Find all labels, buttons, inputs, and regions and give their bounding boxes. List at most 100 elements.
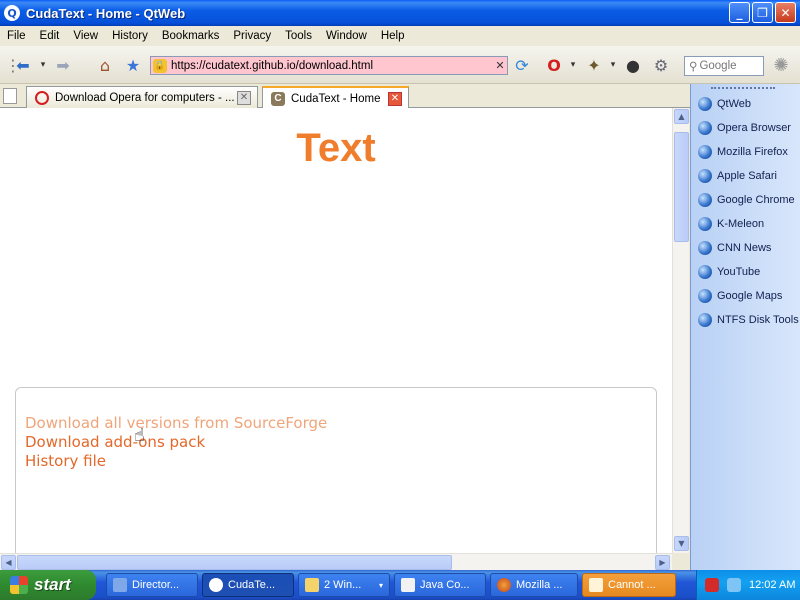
scroll-right-arrow-icon[interactable]: ▶ [655, 555, 670, 570]
taskbar-item-cannot[interactable]: Cannot ... [582, 573, 676, 597]
horizontal-scroll-thumb[interactable] [17, 555, 452, 570]
cudatext-favicon-icon: C [271, 91, 285, 106]
globe-icon [698, 241, 712, 255]
sidebar-grip[interactable] [711, 87, 775, 89]
sidebar-item-label: Google Maps [717, 290, 783, 302]
taskbar-item-label: CudaTe... [228, 579, 276, 591]
menu-bar: File Edit View History Bookmarks Privacy… [0, 26, 800, 46]
group-dropdown-icon: ▾ [378, 580, 383, 590]
folder-icon [305, 578, 319, 592]
link-addons-pack[interactable]: Download add-ons pack [25, 433, 327, 452]
tab-opera-download[interactable]: Download Opera for computers - ... ✕ [26, 86, 258, 108]
window-title: CudaText - Home - QtWeb [26, 5, 186, 21]
start-button[interactable]: start [0, 570, 96, 600]
sidebar-item-safari[interactable]: Apple Safari [698, 167, 777, 185]
menu-history[interactable]: History [105, 30, 155, 42]
sidebar-item-label: K-Meleon [717, 218, 765, 230]
java-icon [589, 578, 603, 592]
minimize-button[interactable]: _ [729, 2, 750, 23]
taskbar-item-label: Mozilla ... [516, 579, 563, 591]
opera-favicon-icon [35, 90, 49, 105]
menu-help[interactable]: Help [374, 30, 412, 42]
sidebar-item-kmeleon[interactable]: K-Meleon [698, 215, 764, 233]
sidebar-item-opera[interactable]: Opera Browser [698, 119, 791, 137]
qtweb-app-icon[interactable]: Q [4, 5, 20, 21]
globe-icon [698, 121, 712, 135]
tab-label: CudaText - Home [291, 92, 381, 105]
taskbar: start Director... CudaTe... 2 Win... ▾ J… [0, 570, 800, 600]
link-sourceforge[interactable]: Download all versions from SourceForge [25, 414, 327, 433]
firefox-icon [497, 578, 511, 592]
taskbar-item-label: Cannot ... [608, 579, 656, 591]
vertical-scrollbar[interactable]: ▲ ▼ [672, 108, 689, 553]
globe-icon [698, 217, 712, 231]
menu-view[interactable]: View [66, 30, 105, 42]
settings-gears-icon[interactable]: ⚙ [652, 56, 670, 75]
navigation-toolbar: ⋮ ⬅ ▾ ➡ ⌂ ★ 🔒 https://cudatext.github.io… [0, 46, 800, 84]
menu-file[interactable]: File [0, 30, 33, 42]
globe-icon [698, 313, 712, 327]
loading-spinner-icon: ✺ [773, 54, 789, 76]
taskbar-item-director[interactable]: Director... [106, 573, 198, 597]
taskbar-item-mozilla[interactable]: Mozilla ... [490, 573, 578, 597]
download-links-panel: Download all versions from SourceForge D… [15, 387, 657, 557]
sidebar-item-google-maps[interactable]: Google Maps [698, 287, 782, 305]
scroll-up-arrow-icon[interactable]: ▲ [674, 109, 689, 124]
clear-url-icon[interactable]: ✕ [493, 59, 507, 72]
window-icon [113, 578, 127, 592]
taskbar-item-cudatext[interactable]: CudaTe... [202, 573, 294, 597]
sidebar-item-youtube[interactable]: YouTube [698, 263, 760, 281]
horizontal-scrollbar[interactable]: ◀ ▶ [0, 553, 672, 570]
network-icon[interactable] [727, 578, 741, 592]
tab-cudatext-home[interactable]: C CudaText - Home ✕ [262, 86, 409, 109]
wand-dropdown-icon[interactable]: ▾ [604, 56, 622, 74]
security-shield-icon[interactable] [705, 578, 719, 592]
address-bar[interactable]: 🔒 https://cudatext.github.io/download.ht… [150, 56, 508, 75]
taskbar-item-windows-explorer[interactable]: 2 Win... ▾ [298, 573, 390, 597]
search-input[interactable]: ⚲ Google [684, 56, 764, 76]
close-tab-icon[interactable]: ✕ [237, 90, 251, 105]
sidebar-item-chrome[interactable]: Google Chrome [698, 191, 795, 209]
system-tray: 12:02 AM [696, 570, 800, 600]
hand-cursor-icon: ☝ [134, 425, 145, 446]
magic-wand-icon[interactable]: ✦ [585, 56, 603, 75]
page-content: Text Download all versions from SourceFo… [0, 108, 672, 557]
scroll-left-arrow-icon[interactable]: ◀ [1, 555, 16, 570]
sidebar-item-qtweb[interactable]: QtWeb [698, 95, 751, 113]
sidebar-item-label: Opera Browser [717, 122, 791, 134]
menu-tools[interactable]: Tools [278, 30, 319, 42]
address-input[interactable]: https://cudatext.github.io/download.html [171, 60, 493, 72]
home-icon[interactable]: ⌂ [96, 56, 114, 75]
menu-window[interactable]: Window [319, 30, 374, 42]
menu-edit[interactable]: Edit [33, 30, 67, 42]
opera-dropdown-icon[interactable]: ▾ [564, 56, 582, 74]
back-dropdown-icon[interactable]: ▾ [34, 56, 52, 74]
scroll-down-arrow-icon[interactable]: ▼ [674, 536, 689, 551]
close-tab-icon[interactable]: ✕ [388, 91, 402, 106]
maximize-button[interactable]: ❐ [752, 2, 773, 23]
menu-privacy[interactable]: Privacy [226, 30, 278, 42]
scrollbar-corner [672, 553, 689, 570]
qtweb-icon [209, 578, 223, 592]
sidebar-item-firefox[interactable]: Mozilla Firefox [698, 143, 788, 161]
forward-arrow-icon[interactable]: ➡ [54, 56, 72, 75]
back-arrow-icon[interactable]: ⬅ [14, 56, 32, 75]
reload-icon[interactable]: ⟳ [513, 56, 531, 75]
taskbar-item-java-console[interactable]: Java Co... [394, 573, 486, 597]
clock[interactable]: 12:02 AM [749, 579, 795, 591]
vertical-scroll-thumb[interactable] [674, 132, 689, 242]
sidebar-item-label: Apple Safari [717, 170, 777, 182]
close-button[interactable]: ✕ [775, 2, 796, 23]
globe-icon [698, 169, 712, 183]
sidebar-item-cnn[interactable]: CNN News [698, 239, 771, 257]
user-icon[interactable]: ● [624, 56, 642, 75]
windows-logo-icon [10, 576, 28, 594]
menu-bookmarks[interactable]: Bookmarks [155, 30, 227, 42]
opera-menu-icon[interactable]: O [545, 56, 563, 75]
bookmark-star-icon[interactable]: ★ [124, 56, 142, 75]
sidebar-item-label: YouTube [717, 266, 761, 278]
link-history-file[interactable]: History file [25, 452, 327, 471]
sidebar-item-label: Mozilla Firefox [717, 146, 788, 158]
new-tab-icon[interactable] [3, 88, 17, 104]
sidebar-item-ntfs-disk-tools[interactable]: NTFS Disk Tools [698, 311, 799, 329]
